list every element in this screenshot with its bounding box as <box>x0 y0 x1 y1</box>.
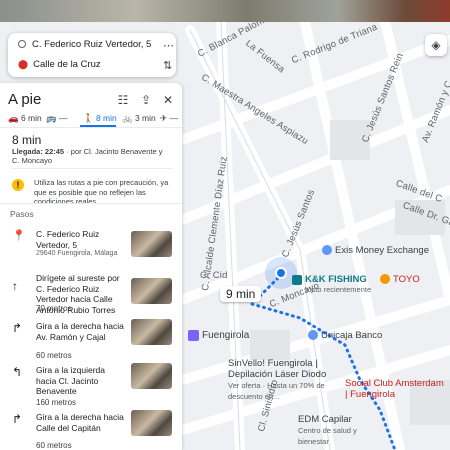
poi-edm-capilar[interactable]: EDM Capilar Centro de salud y bienestar <box>298 414 378 447</box>
poi-sinvello[interactable]: SinVello! Fuengirola | Depilación Láser … <box>228 358 328 402</box>
close-button[interactable]: ✕ <box>157 89 179 111</box>
step-distance: 70 metros <box>36 304 72 313</box>
street-view-thumbnail[interactable] <box>131 319 172 345</box>
mode-tab-bike[interactable]: 🚲 3 min <box>122 113 156 124</box>
mode-tab-walk[interactable]: 🚶 8 min <box>83 113 117 124</box>
restaurant-icon <box>380 274 390 285</box>
mode-tabs: 🚗 6 min 🚌 — 🚶 8 min 🚲 3 min ✈ — <box>0 109 182 128</box>
bus-icon: 🚌 <box>46 113 57 123</box>
step-sub: 29640 Fuengirola, Málaga <box>36 250 118 257</box>
mode-tab-flight[interactable]: ✈ — <box>160 113 178 124</box>
step-item[interactable]: ↱ Gira a la derecha hacia Av. Ramón y Ca… <box>0 319 182 351</box>
poi-pin-icon <box>322 245 332 256</box>
step-item[interactable]: ↱ Gira a la derecha hacia Calle del Capi… <box>0 410 182 442</box>
steps-heading: Pasos <box>10 209 34 219</box>
walk-icon: 🚶 <box>83 113 94 123</box>
destination-pin-icon: ⬤ <box>18 59 29 69</box>
active-tab-indicator <box>80 125 116 127</box>
arrow-up-icon: ↑ <box>12 279 18 293</box>
car-icon: 🚗 <box>8 113 19 123</box>
street-view-thumbnail[interactable] <box>131 278 172 304</box>
share-icon: ⇪ <box>140 93 152 107</box>
turn-left-icon: ↰ <box>12 365 23 379</box>
route-card: C. Federico Ruiz Vertedor, 5 ⋯ ⬤ Calle de… <box>8 33 176 77</box>
layers-icon: ◈ <box>431 38 441 52</box>
step-item[interactable]: 📍 C. Federico Ruiz Vertedor, 5 29640 Fue… <box>0 229 182 265</box>
step-distance: 160 metros <box>36 398 77 407</box>
layers-button[interactable]: ◈ <box>425 34 447 56</box>
poi-social-club-amsterdam[interactable]: Social Club Amsterdam | Fuengirola <box>345 378 445 400</box>
step-item[interactable]: ↑ Dirígete al sureste por C. Federico Ru… <box>0 273 182 323</box>
street-photo-strip <box>0 0 450 22</box>
bank-icon <box>308 330 318 341</box>
options-button[interactable]: ☷ <box>112 89 134 111</box>
step-distance: 60 metros <box>36 351 72 360</box>
poi-toyo[interactable]: TOYO <box>380 274 420 285</box>
pin-icon: 📍 <box>12 230 26 242</box>
step-text: C. Federico Ruiz Vertedor, 5 <box>36 229 100 250</box>
panel-title: A pie <box>8 91 42 108</box>
origin-row[interactable]: C. Federico Ruiz Vertedor, 5 <box>18 39 151 50</box>
directions-panel: A pie ☷ ⇪ ✕ 🚗 6 min 🚌 — 🚶 8 min 🚲 3 min … <box>0 83 182 450</box>
origin-input[interactable]: C. Federico Ruiz Vertedor, 5 <box>32 39 151 50</box>
divider <box>12 168 172 169</box>
step-text: Gira a la derecha hacia Av. Ramón y Caja… <box>36 321 124 342</box>
poi-unicaja-banco[interactable]: Unicaja Banco <box>308 330 382 341</box>
swap-icon[interactable]: ⇅ <box>163 59 172 72</box>
shop-icon <box>292 274 302 285</box>
poi-fuengirola-station[interactable]: Fuengirola <box>188 330 249 341</box>
train-icon <box>188 330 199 341</box>
warning-icon: ! <box>12 179 24 191</box>
step-text: Gira a la izquierda hacia Cl. Jacinto Be… <box>36 365 105 396</box>
turn-right-icon: ↱ <box>12 412 23 426</box>
poi-exis-money-exchange[interactable]: Exis Money Exchange <box>322 245 429 256</box>
origin-dot-icon <box>18 40 26 49</box>
destination-row[interactable]: ⬤ Calle de la Cruz <box>18 59 101 70</box>
street-label: C. Cid <box>200 270 228 281</box>
street-view-thumbnail[interactable] <box>131 410 172 436</box>
street-view-thumbnail[interactable] <box>131 363 172 389</box>
street-view-thumbnail[interactable] <box>131 231 172 257</box>
more-options-icon[interactable]: ⋯ <box>163 39 174 52</box>
step-text: Gira a la derecha hacia Calle del Capitá… <box>36 412 124 433</box>
destination-input[interactable]: Calle de la Cruz <box>33 59 101 70</box>
poi-kk-fishing[interactable]: K&K FISHING Visto recientemente <box>292 274 371 294</box>
summary-arrival: Llegada: 22:45 · por Cl. Jacinto Benaven… <box>12 147 163 165</box>
summary-time: 8 min <box>12 133 42 147</box>
mode-tab-transit[interactable]: 🚌 — <box>46 113 67 124</box>
mode-tab-car[interactable]: 🚗 6 min <box>8 113 42 124</box>
divider <box>0 203 182 204</box>
plane-icon: ✈ <box>160 113 168 123</box>
share-button[interactable]: ⇪ <box>135 89 157 111</box>
route-time-bubble: 9 min <box>220 286 262 302</box>
sliders-icon: ☷ <box>117 93 129 107</box>
close-icon: ✕ <box>162 93 174 107</box>
step-item[interactable]: ↰ Gira a la izquierda hacia Cl. Jacinto … <box>0 363 182 396</box>
step-distance: 60 metros <box>36 441 72 450</box>
bike-icon: 🚲 <box>122 113 133 123</box>
turn-right-icon: ↱ <box>12 321 23 335</box>
